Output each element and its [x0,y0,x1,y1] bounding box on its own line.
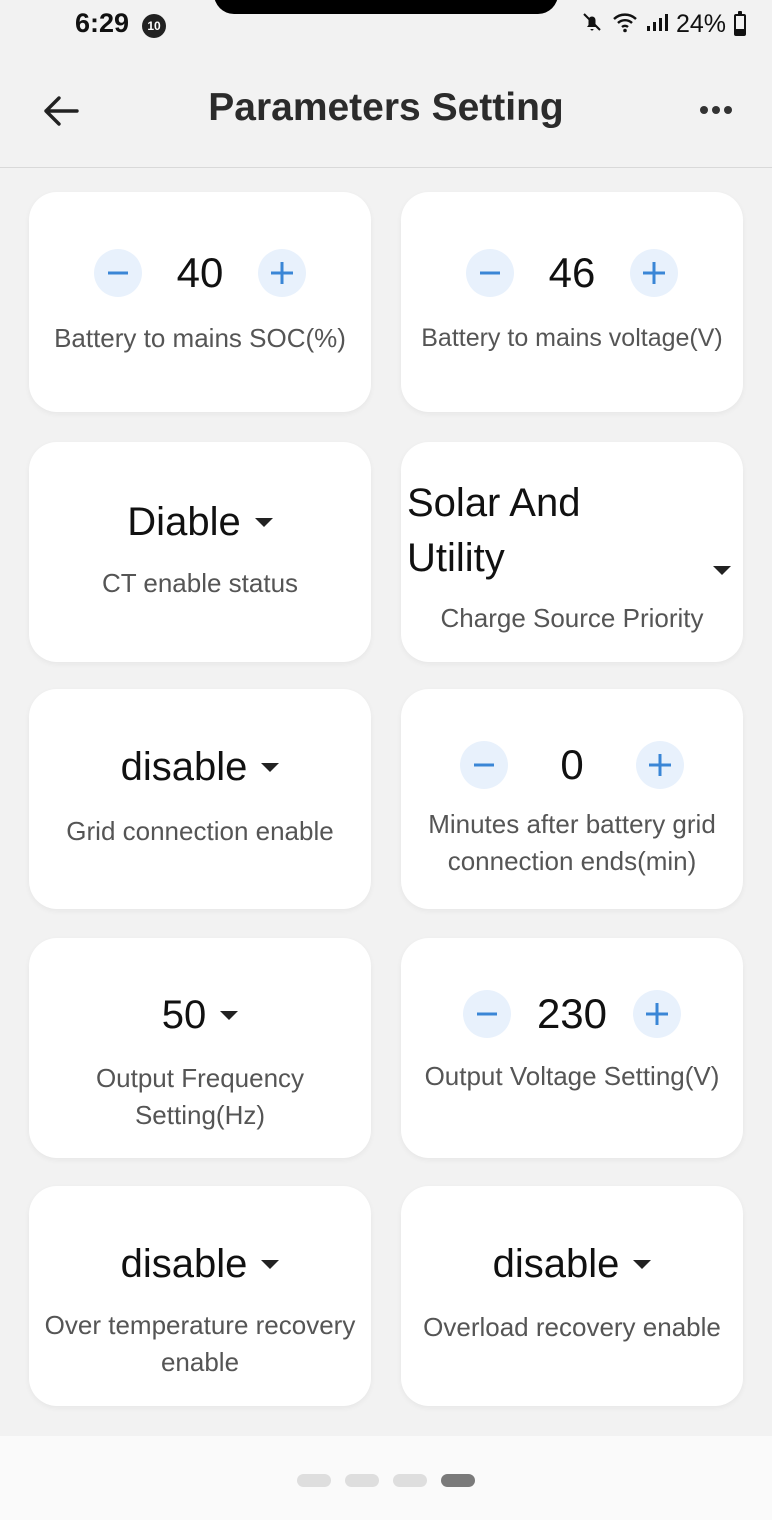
voltage-value: 46 [548,249,596,296]
battery-percent: 24% [675,10,726,38]
battery-to-mains-soc-card: 40 Battery to mains SOC(%) [29,192,371,412]
page-dot-4[interactable] [441,1474,475,1487]
minutes-label: Minutes after battery grid connection en… [428,809,716,876]
output-voltage-value: 230 [536,990,608,1037]
charge-source-label: Charge Source Priority [440,603,704,633]
over-temperature-recovery-card: disable Over temperature recovery enable [29,1186,371,1406]
soc-decrement-button[interactable] [94,249,142,297]
grid-connection-label: Grid connection enable [66,816,334,846]
over-temperature-dropdown[interactable]: disable [29,1242,371,1287]
grid-connection-dropdown[interactable]: disable [29,745,371,790]
notification-count-badge: 10 [142,14,166,38]
output-voltage-decrement-button[interactable] [462,990,511,1038]
caret-down-icon [633,1260,652,1269]
more-options-button[interactable] [694,90,738,130]
overload-recovery-card: disable Overload recovery enable [401,1186,743,1406]
output-frequency-label: Output Frequency Setting(Hz) [95,1063,305,1130]
footer [0,1436,772,1520]
plus-icon [646,1003,669,1025]
voltage-label: Battery to mains voltage(V) [421,324,723,352]
soc-label: Battery to mains SOC(%) [54,323,346,353]
voltage-decrement-button[interactable] [466,249,514,297]
charge-source-priority-card: Solar And Utility Charge Source Priority [401,442,743,662]
charge-source-dropdown[interactable]: Solar And Utility [407,476,733,586]
minutes-after-battery-grid-card: 0 Minutes after battery grid connection … [401,689,743,909]
ct-enable-status-card: Diable CT enable status [29,442,371,662]
minus-icon [480,271,500,275]
over-temperature-value: disable [120,1242,248,1286]
charge-source-value: Solar And Utility [407,481,581,580]
soc-increment-button[interactable] [258,249,306,297]
caret-down-icon [261,763,280,772]
plus-icon [643,262,665,284]
ct-enable-dropdown[interactable]: Diable [29,500,371,545]
plus-icon [649,754,671,776]
status-time: 6:29 [75,8,130,38]
soc-value: 40 [176,249,224,296]
minutes-stepper: 0 [401,741,743,789]
output-voltage-increment-button[interactable] [633,990,682,1038]
more-horizontal-icon [700,106,708,114]
output-voltage-stepper: 230 [401,990,743,1038]
status-bar: 6:29 10 24% [0,0,772,50]
page-dot-3[interactable] [393,1474,427,1487]
output-voltage-card: 230 Output Voltage Setting(V) [401,938,743,1158]
minutes-decrement-button[interactable] [460,741,508,789]
over-temperature-label: Over temperature recovery enable [44,1310,356,1377]
grid-connection-enable-card: disable Grid connection enable [29,689,371,909]
wifi-icon [612,11,638,38]
ct-enable-label: CT enable status [101,568,299,598]
caret-down-icon [254,518,273,527]
signal-icon [646,12,668,37]
caret-down-icon [220,1011,239,1020]
output-frequency-value: 50 [161,993,207,1037]
overload-recovery-value: disable [492,1242,620,1286]
voltage-stepper: 46 [401,249,743,297]
ct-enable-value: Diable [127,500,241,544]
plus-icon [271,262,293,284]
output-frequency-card: 50 Output Frequency Setting(Hz) [29,938,371,1158]
page-indicator [0,1474,772,1487]
page-dot-1[interactable] [297,1474,331,1487]
minus-icon [108,271,128,275]
status-icons: 24% [580,10,746,39]
app-header: Parameters Setting [0,50,772,168]
mute-icon [580,10,604,39]
grid-connection-value: disable [120,745,248,789]
caret-down-icon [261,1260,280,1269]
minus-icon [476,1012,497,1016]
page-title: Parameters Setting [208,86,564,129]
battery-to-mains-voltage-card: 46 Battery to mains voltage(V) [401,192,743,412]
caret-down-icon [713,566,731,575]
battery-icon [734,10,746,36]
overload-recovery-dropdown[interactable]: disable [401,1242,743,1287]
minutes-increment-button[interactable] [636,741,684,789]
page-dot-2[interactable] [345,1474,379,1487]
output-frequency-dropdown[interactable]: 50 [29,993,371,1038]
voltage-increment-button[interactable] [630,249,678,297]
camera-notch [214,0,558,14]
minutes-value: 0 [560,741,584,788]
minus-icon [474,763,494,767]
overload-recovery-label: Overload recovery enable [423,1312,721,1342]
soc-stepper: 40 [29,249,371,297]
screen: 6:29 10 24% Parameters Setting 40 Batter… [0,0,772,1520]
output-voltage-label: Output Voltage Setting(V) [424,1061,720,1091]
